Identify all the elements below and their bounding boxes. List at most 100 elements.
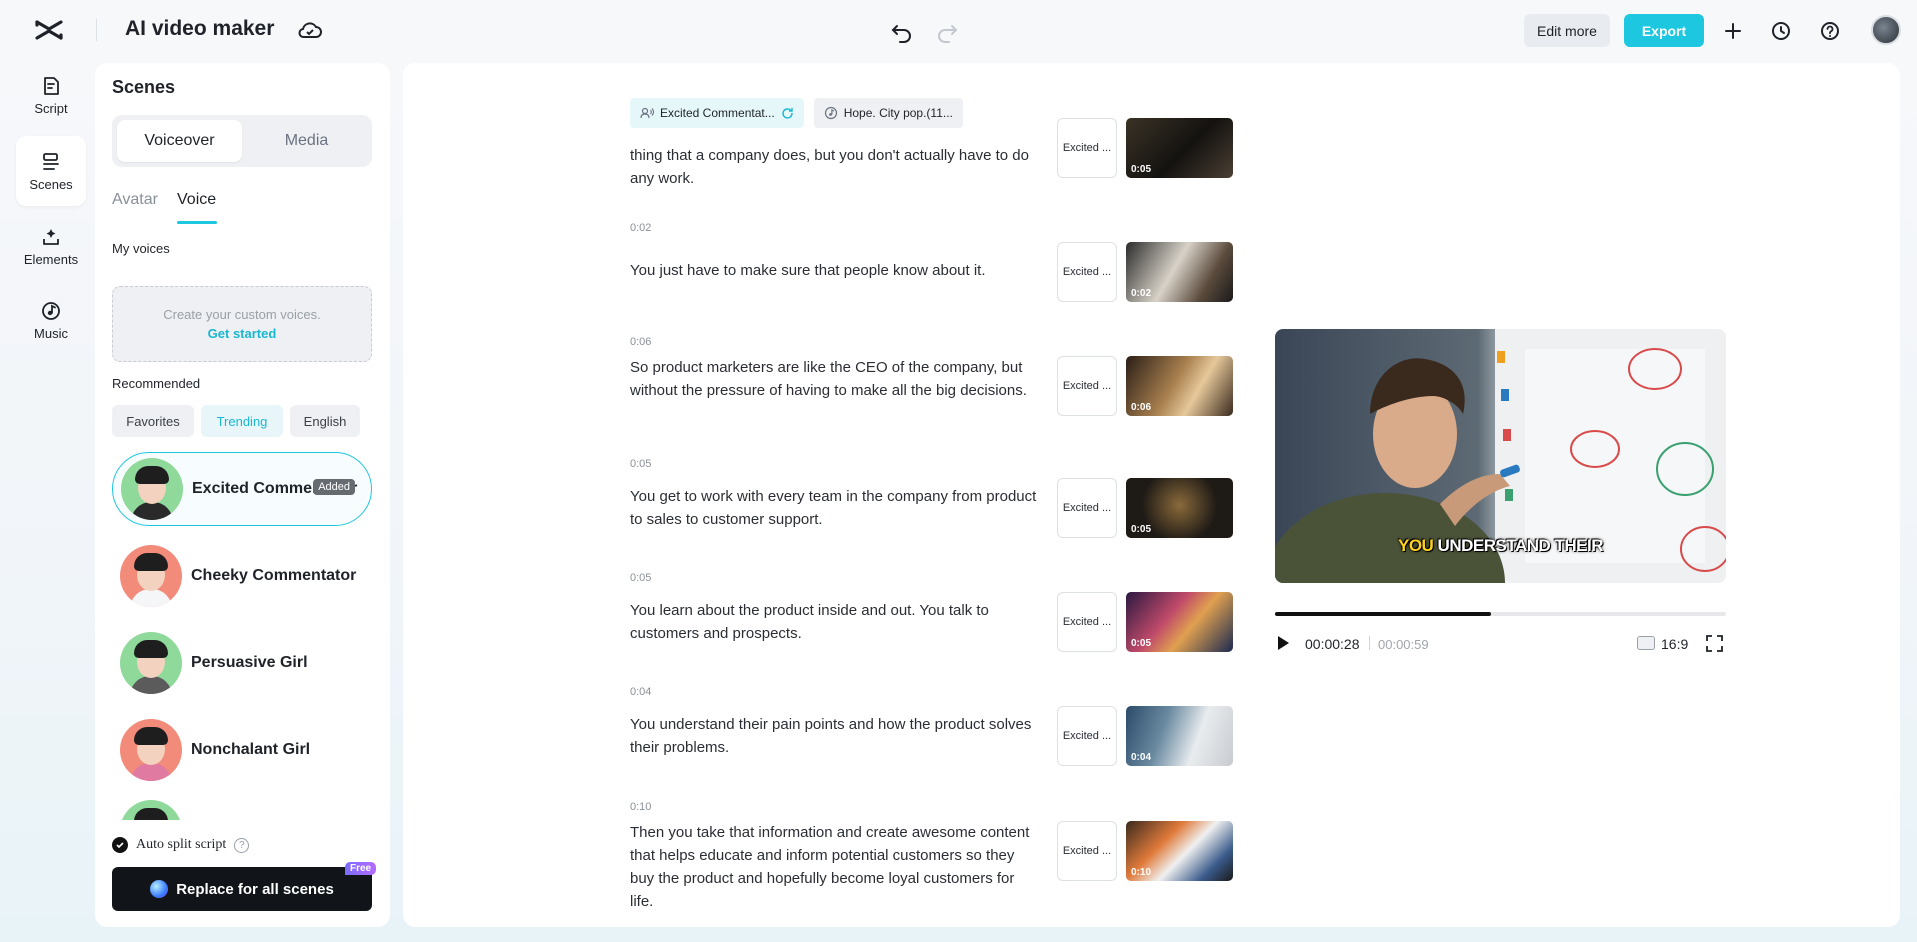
scene-thumbnail[interactable]: 0:05	[1126, 478, 1233, 538]
scene-time: 0:06	[630, 336, 652, 348]
avatar	[120, 545, 182, 607]
capcut-logo-icon[interactable]	[33, 16, 65, 44]
rail-item-music[interactable]: Music	[16, 285, 86, 355]
auto-split-option[interactable]: Auto split script ?	[112, 837, 250, 853]
scene-duration: 0:02	[1131, 288, 1152, 299]
voice-item-nonchalant-girl[interactable]: Nonchalant Girl	[112, 713, 372, 787]
voice-chip[interactable]: Excited Commentat...	[630, 98, 804, 128]
scene-thumbnail[interactable]: 0:06	[1126, 356, 1233, 416]
music-chip-label: Hope. City pop.(11...	[843, 106, 953, 120]
scene-voice-tag[interactable]: Excited ...	[1057, 242, 1117, 302]
checkbox-checked[interactable]	[112, 837, 128, 853]
scene-time: 0:04	[630, 686, 652, 698]
added-badge: Added	[313, 479, 355, 495]
scene-duration: 0:04	[1131, 752, 1152, 763]
playback-progress[interactable]	[1275, 612, 1726, 616]
progress-fill	[1275, 612, 1492, 616]
redo-icon[interactable]	[934, 18, 960, 44]
scene-voice-tag[interactable]: Excited ...	[1057, 592, 1117, 652]
scene-thumbnail[interactable]: 0:05	[1126, 592, 1233, 652]
aspect-ratio-icon[interactable]	[1637, 636, 1655, 650]
rail-label: Music	[34, 325, 68, 341]
cloud-sync-icon[interactable]	[297, 19, 323, 43]
help-icon[interactable]: ?	[234, 837, 250, 853]
scene-text[interactable]: So product marketers are like the CEO of…	[630, 356, 1040, 402]
divider	[96, 19, 97, 41]
scene-voice-tag[interactable]: Excited ...	[1057, 356, 1117, 416]
scene-settings-chips: Excited Commentat... Hope. City pop.(11.…	[630, 98, 963, 128]
voice-item-excited-commentator[interactable]: Excited Commentator Added	[112, 452, 372, 526]
music-icon	[824, 106, 837, 120]
scene-thumbnail[interactable]: 0:05	[1126, 118, 1233, 178]
user-avatar[interactable]	[1871, 15, 1901, 45]
ai-orb-icon	[150, 880, 169, 898]
avatar	[120, 719, 182, 781]
scene-voice-tag[interactable]: Excited ...	[1057, 478, 1117, 538]
undo-icon[interactable]	[889, 18, 915, 44]
rail-item-scenes[interactable]: Scenes	[16, 136, 86, 206]
scene-time: 0:10	[630, 801, 652, 813]
scene-text[interactable]: thing that a company does, but you don't…	[630, 144, 1040, 190]
voice-item-persuasive-girl[interactable]: Persuasive Girl	[112, 626, 372, 700]
edit-more-button[interactable]: Edit more	[1524, 14, 1610, 47]
scene-text[interactable]: Then you take that information and creat…	[630, 821, 1040, 913]
media-tab[interactable]: Media	[244, 120, 369, 162]
scene-time: 0:05	[630, 458, 652, 470]
scene-voice-tag[interactable]: Excited ...	[1057, 706, 1117, 766]
scene-duration: 0:05	[1131, 524, 1152, 535]
history-icon[interactable]	[1768, 18, 1794, 44]
rail-item-elements[interactable]: Elements	[16, 211, 86, 281]
custom-voice-text: Create your custom voices.	[163, 307, 321, 322]
replace-for-all-button[interactable]: Replace for all scenes	[112, 867, 372, 911]
scene-text[interactable]: You just have to make sure that people k…	[630, 259, 1040, 282]
plus-icon[interactable]	[1720, 18, 1746, 44]
music-icon	[42, 301, 60, 320]
scene-time: 0:05	[630, 572, 652, 584]
scene-voice-tag[interactable]: Excited ...	[1057, 821, 1117, 881]
top-bar: AI video maker Edit more Export	[0, 0, 1917, 60]
scene-duration: 0:06	[1131, 402, 1152, 413]
time-divider	[1369, 636, 1370, 650]
fullscreen-icon[interactable]	[1706, 635, 1723, 652]
scene-voice-tag[interactable]: Excited ...	[1057, 118, 1117, 178]
current-time: 00:00:28	[1305, 636, 1360, 652]
main-panel: Excited Commentat... Hope. City pop.(11.…	[403, 63, 1900, 927]
tab-voice[interactable]: Voice	[177, 191, 216, 209]
rail-item-script[interactable]: Script	[16, 60, 86, 130]
rail-label: Script	[34, 100, 68, 116]
aspect-ratio-label[interactable]: 16:9	[1661, 636, 1688, 652]
tab-avatar[interactable]: Avatar	[112, 191, 158, 209]
total-time: 00:00:59	[1378, 637, 1429, 652]
scenes-panel: Scenes Voiceover Media Avatar Voice My v…	[95, 63, 390, 927]
get-started-link[interactable]: Get started	[113, 326, 371, 341]
video-caption: YOU UNDERSTAND THEIR	[1397, 536, 1604, 555]
rail-label: Scenes	[29, 176, 73, 192]
scene-text[interactable]: You learn about the product inside and o…	[630, 599, 1040, 645]
music-chip[interactable]: Hope. City pop.(11...	[813, 98, 963, 128]
scene-text[interactable]: You understand their pain points and how…	[630, 713, 1040, 759]
avatar	[120, 632, 182, 694]
video-preview[interactable]: YOU UNDERSTAND THEIR	[1275, 329, 1726, 583]
scenes-icon	[43, 152, 59, 170]
avatar	[120, 800, 182, 820]
auto-split-label: Auto split script	[136, 837, 227, 852]
script-icon	[44, 76, 59, 95]
replace-label: Replace for all scenes	[176, 880, 334, 898]
play-icon[interactable]	[1276, 635, 1290, 651]
filter-trending[interactable]: Trending	[201, 405, 283, 437]
scene-text[interactable]: You get to work with every team in the c…	[630, 485, 1040, 531]
scene-thumbnail[interactable]: 0:02	[1126, 242, 1233, 302]
voice-item-cheeky-commentator[interactable]: Cheeky Commentator	[112, 539, 372, 613]
export-button[interactable]: Export	[1624, 14, 1704, 47]
scene-thumbnail[interactable]: 0:04	[1126, 706, 1233, 766]
scene-thumbnail[interactable]: 0:10	[1126, 821, 1233, 881]
help-icon[interactable]	[1817, 18, 1843, 44]
filter-english[interactable]: English	[290, 405, 360, 437]
voice-name: Cheeky Commentator	[191, 567, 357, 584]
voice-chip-label: Excited Commentat...	[660, 106, 775, 120]
filter-favorites[interactable]: Favorites	[112, 405, 194, 437]
refresh-icon[interactable]	[781, 107, 794, 120]
scene-time: 0:02	[630, 222, 652, 234]
rail-label: Elements	[23, 251, 79, 267]
voiceover-tab[interactable]: Voiceover	[117, 120, 242, 162]
